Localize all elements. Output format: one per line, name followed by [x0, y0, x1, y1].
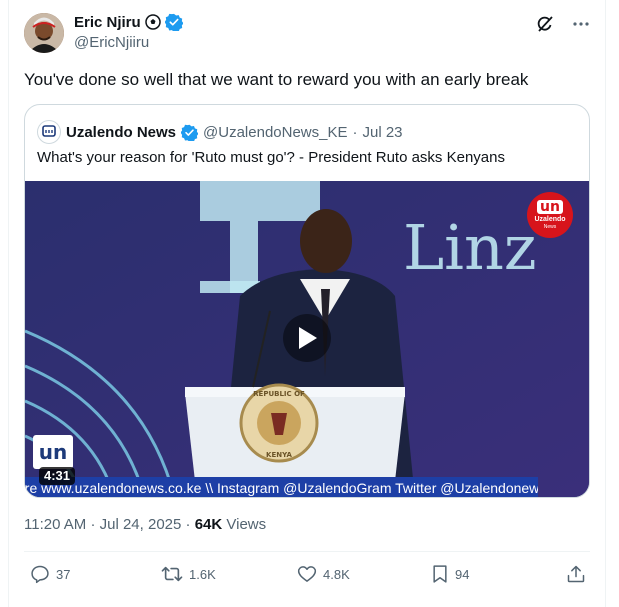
badge-name: Uzalendo — [534, 216, 566, 223]
author-name-row[interactable]: Eric Njiru — [74, 13, 183, 31]
bookmark-icon — [433, 565, 447, 583]
display-name[interactable]: Eric Njiru — [74, 14, 141, 31]
views-count: 64K — [194, 516, 223, 533]
bookmark-count: 94 — [455, 566, 470, 582]
verified-badge-icon[interactable] — [164, 13, 183, 31]
tweet-date[interactable]: Jul 24, 2025 — [100, 516, 182, 533]
tweet-timestamp: 11:20 AM · Jul 24, 2025 · 64K Views — [24, 516, 266, 533]
backdrop-text: Linz — [403, 211, 537, 284]
quoted-tweet-header: Uzalendo News @UzalendoNews_KE · Jul 23 — [37, 120, 403, 144]
reply-icon — [31, 565, 49, 584]
separator-dot: · — [185, 516, 191, 533]
verified-badge-icon — [181, 124, 199, 141]
video-player[interactable]: Linz REPUBLIC OF KENYA un Uzalendo News … — [25, 181, 589, 497]
seal-bottom-text: KENYA — [266, 451, 292, 459]
repost-icon — [161, 566, 183, 582]
repost-count: 1.6K — [189, 566, 216, 582]
like-button[interactable]: 4.8K — [297, 564, 350, 584]
views-label: Views — [226, 516, 267, 533]
reply-count: 37 — [56, 566, 71, 582]
tweet-text: You've done so well that we want to rewa… — [24, 70, 529, 89]
avatar-photo — [24, 13, 64, 53]
divider — [24, 551, 590, 552]
author-handle[interactable]: @EricNjiiru — [74, 34, 149, 51]
share-icon — [567, 565, 585, 583]
tweet-header-actions — [535, 14, 591, 34]
badge-logo: un — [537, 200, 563, 214]
repost-button[interactable]: 1.6K — [161, 564, 216, 584]
soccer-ball-icon — [144, 14, 161, 30]
quote-avatar[interactable] — [37, 120, 61, 144]
seal-top-text: REPUBLIC OF — [253, 390, 305, 398]
badge-sub: News — [543, 224, 557, 230]
separator-dot: · — [352, 123, 358, 141]
separator-dot: · — [90, 516, 96, 533]
reply-button[interactable]: 37 — [30, 564, 70, 584]
quote-author-name[interactable]: Uzalendo News — [66, 124, 176, 141]
heart-icon — [297, 566, 317, 582]
ticker-text: ore www.uzalendonews.co.ke \\ Instagram … — [25, 480, 538, 496]
news-ticker: ore www.uzalendonews.co.ke \\ Instagram … — [25, 477, 538, 497]
quoted-tweet[interactable]: Uzalendo News @UzalendoNews_KE · Jul 23 … — [24, 104, 590, 498]
quote-text: What's your reason for 'Ruto must go'? -… — [37, 149, 505, 166]
bookmark-button[interactable]: 94 — [431, 564, 469, 584]
like-count: 4.8K — [323, 566, 350, 582]
avatar[interactable] — [24, 13, 64, 53]
play-button[interactable] — [283, 314, 331, 362]
more-icon[interactable] — [571, 14, 591, 34]
share-button[interactable] — [566, 564, 586, 584]
channel-badge: un Uzalendo News — [527, 192, 573, 238]
tweet-actions: 37 1.6K 4.8K 94 — [24, 564, 590, 592]
quote-date[interactable]: Jul 23 — [363, 124, 403, 141]
play-icon — [299, 327, 317, 349]
quote-author-handle[interactable]: @UzalendoNews_KE — [203, 124, 347, 141]
video-duration: 4:31 — [39, 467, 76, 485]
watermark-logo: un — [33, 435, 73, 469]
uzalendo-logo-icon — [42, 125, 56, 137]
grok-icon[interactable] — [535, 14, 555, 34]
tweet-time[interactable]: 11:20 AM — [24, 516, 86, 533]
